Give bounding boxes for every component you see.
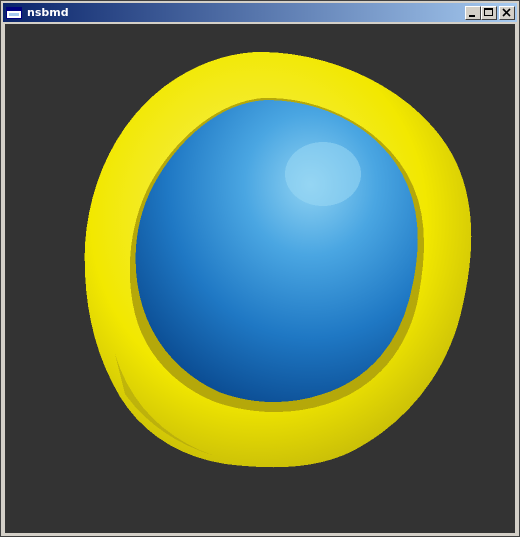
- render-viewport[interactable]: [5, 24, 515, 533]
- close-button[interactable]: [499, 6, 515, 20]
- minimize-icon: [469, 15, 475, 17]
- window-title: nsbmd: [27, 6, 69, 19]
- title-bar[interactable]: nsbmd: [3, 3, 517, 22]
- close-icon: [502, 8, 511, 17]
- maximize-icon: [484, 8, 493, 16]
- app-window: nsbmd: [0, 0, 520, 537]
- model-render: [84, 51, 472, 468]
- app-window-icon[interactable]: [6, 5, 22, 19]
- maximize-button[interactable]: [481, 6, 497, 20]
- minimize-button[interactable]: [465, 6, 481, 20]
- sphere-highlight: [285, 142, 361, 206]
